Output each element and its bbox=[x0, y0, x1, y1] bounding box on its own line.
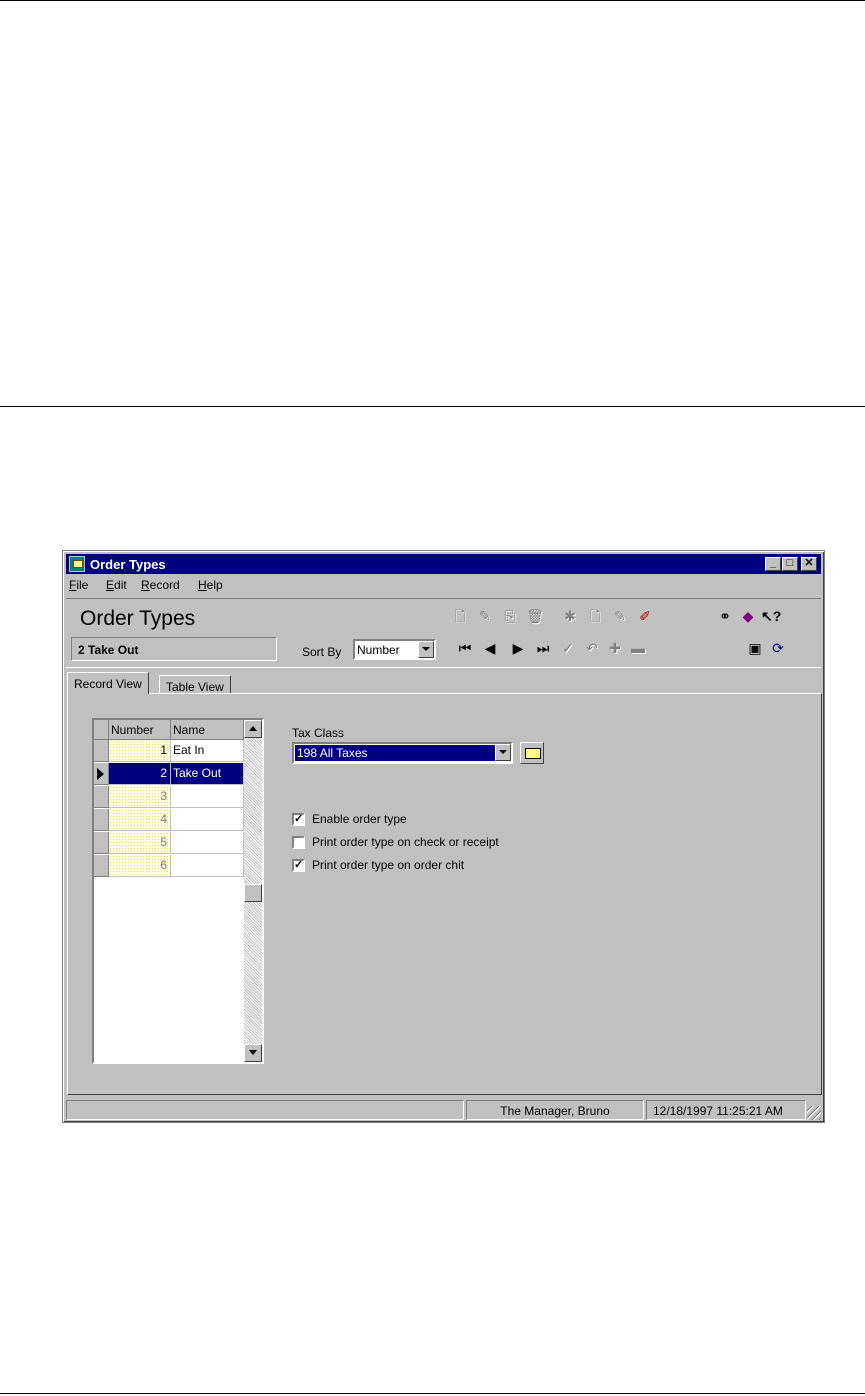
scroll-down-button[interactable] bbox=[244, 1044, 262, 1062]
edit-record-icon[interactable]: ✎ bbox=[476, 607, 494, 625]
binoculars-icon[interactable]: ⚭ bbox=[716, 607, 734, 625]
cell-number[interactable]: 1 bbox=[109, 740, 171, 762]
menu-help[interactable]: Help bbox=[198, 578, 223, 592]
print-on-check-label: Print order type on check or receipt bbox=[312, 835, 499, 849]
close-button[interactable]: ✕ bbox=[801, 557, 817, 571]
new-page-icon[interactable]: 🗋 bbox=[586, 607, 604, 625]
column-header-name[interactable]: Name bbox=[171, 720, 244, 740]
title-bar[interactable]: Order Types _ □ ✕ bbox=[66, 554, 821, 574]
table-row[interactable]: 3 bbox=[94, 786, 244, 809]
refresh-icon[interactable]: ⟳ bbox=[769, 639, 787, 657]
remove-icon[interactable]: ▬ bbox=[629, 639, 647, 657]
tab-table-view[interactable]: Table View bbox=[159, 675, 231, 694]
sort-by-label: Sort By bbox=[302, 645, 342, 659]
view-tabs: Record View Table View bbox=[66, 672, 821, 694]
tax-class-browse-button[interactable] bbox=[520, 742, 544, 764]
status-bar: The Manager, Bruno 12/18/1997 11:25:21 A… bbox=[66, 1100, 821, 1120]
cell-name[interactable]: Take Out bbox=[171, 763, 244, 785]
page-title: Order Types bbox=[80, 607, 196, 630]
cell-name[interactable] bbox=[171, 809, 244, 831]
menu-record[interactable]: Record bbox=[141, 578, 180, 592]
enable-order-type-label: Enable order type bbox=[312, 812, 407, 826]
previous-record-icon[interactable]: ◀ bbox=[481, 639, 499, 657]
delete-record-icon[interactable]: 🗑 bbox=[526, 607, 544, 625]
eraser-icon[interactable]: ✐ bbox=[636, 607, 654, 625]
current-row-pointer-icon bbox=[97, 768, 104, 780]
cell-name[interactable]: Eat In bbox=[171, 740, 244, 762]
grid-vertical-scrollbar[interactable] bbox=[244, 720, 262, 1062]
scroll-thumb[interactable] bbox=[244, 884, 262, 902]
grid-corner-header bbox=[94, 720, 109, 740]
print-on-chit-checkbox[interactable]: ✓ bbox=[292, 859, 305, 872]
minimize-button[interactable]: _ bbox=[765, 557, 781, 571]
context-help-icon[interactable]: ↖? bbox=[761, 607, 781, 625]
scroll-up-button[interactable] bbox=[244, 720, 262, 738]
add-icon[interactable]: ✚ bbox=[606, 639, 624, 657]
maximize-button[interactable]: □ bbox=[782, 557, 798, 571]
tax-class-dropdown-button[interactable] bbox=[495, 744, 511, 761]
status-message-panel bbox=[66, 1100, 464, 1120]
column-header-number[interactable]: Number bbox=[109, 720, 171, 740]
record-view-panel: Number Name 1 Eat In 2 Take Out 3 4 5 6 … bbox=[67, 693, 822, 1095]
cell-name[interactable] bbox=[171, 855, 244, 877]
next-record-icon[interactable]: ▶ bbox=[509, 639, 527, 657]
sort-by-value: Number bbox=[357, 643, 400, 657]
current-record-display: 2 Take Out bbox=[71, 637, 277, 661]
cell-name[interactable] bbox=[171, 786, 244, 808]
status-user: The Manager, Bruno bbox=[466, 1100, 644, 1120]
app-icon[interactable] bbox=[69, 556, 85, 572]
print-on-chit-label: Print order type on order chit bbox=[312, 858, 465, 872]
cell-number[interactable]: 4 bbox=[109, 809, 171, 831]
first-record-icon[interactable]: ⏮ bbox=[456, 639, 474, 657]
pencil-icon[interactable]: ✎ bbox=[611, 607, 629, 625]
enable-order-type-checkbox[interactable]: ✓ bbox=[292, 813, 305, 826]
window-view-icon[interactable]: ▣ bbox=[746, 639, 764, 657]
row-selector[interactable] bbox=[94, 855, 109, 877]
table-row[interactable]: 1 Eat In bbox=[94, 740, 244, 763]
row-selector[interactable] bbox=[94, 786, 109, 808]
order-type-grid[interactable]: Number Name 1 Eat In 2 Take Out 3 4 5 6 bbox=[92, 718, 264, 1064]
table-row[interactable]: 4 bbox=[94, 809, 244, 832]
resize-grip[interactable] bbox=[807, 1106, 821, 1120]
confirm-icon[interactable]: ✓ bbox=[559, 639, 577, 657]
copy-record-icon[interactable]: ⎘ bbox=[501, 607, 519, 625]
print-on-check-checkbox[interactable] bbox=[292, 836, 305, 849]
wand-icon[interactable]: ✱ bbox=[561, 607, 579, 625]
page-top-rule bbox=[0, 0, 865, 1]
undo-icon[interactable]: ↶ bbox=[583, 639, 601, 657]
tab-record-view[interactable]: Record View bbox=[67, 672, 149, 694]
row-selector[interactable] bbox=[94, 809, 109, 831]
menu-edit[interactable]: Edit bbox=[106, 578, 127, 592]
tax-class-value: 198 All Taxes bbox=[295, 745, 495, 761]
page-bottom-rule bbox=[0, 1393, 865, 1394]
sort-by-dropdown-button[interactable] bbox=[418, 641, 434, 658]
header-area: Order Types 2 Take Out Sort By Number 🗋 … bbox=[66, 598, 821, 668]
book-icon[interactable]: ◆ bbox=[739, 607, 757, 625]
row-selector[interactable] bbox=[94, 740, 109, 762]
cell-number[interactable]: 5 bbox=[109, 832, 171, 854]
cell-number[interactable]: 2 bbox=[109, 763, 171, 785]
new-record-icon[interactable]: 🗋 bbox=[451, 607, 469, 625]
table-row[interactable]: 5 bbox=[94, 832, 244, 855]
cell-name[interactable] bbox=[171, 832, 244, 854]
menu-file[interactable]: File bbox=[69, 578, 88, 592]
status-datetime: 12/18/1997 11:25:21 AM bbox=[646, 1100, 806, 1120]
table-row[interactable]: 2 Take Out bbox=[94, 763, 244, 786]
last-record-icon[interactable]: ⏭ bbox=[534, 639, 552, 657]
row-selector[interactable] bbox=[94, 832, 109, 854]
sort-by-select[interactable]: Number bbox=[353, 639, 436, 660]
tax-class-select[interactable]: 198 All Taxes bbox=[292, 742, 513, 764]
row-selector[interactable] bbox=[94, 763, 109, 785]
page-divider-rule bbox=[0, 406, 865, 407]
folder-icon bbox=[525, 748, 541, 759]
table-row[interactable]: 6 bbox=[94, 855, 244, 878]
order-types-window: Order Types _ □ ✕ File Edit Record Help … bbox=[62, 550, 825, 1123]
cell-number[interactable]: 3 bbox=[109, 786, 171, 808]
tax-class-label: Tax Class bbox=[292, 726, 345, 740]
window-title: Order Types bbox=[90, 557, 166, 572]
cell-number[interactable]: 6 bbox=[109, 855, 171, 877]
